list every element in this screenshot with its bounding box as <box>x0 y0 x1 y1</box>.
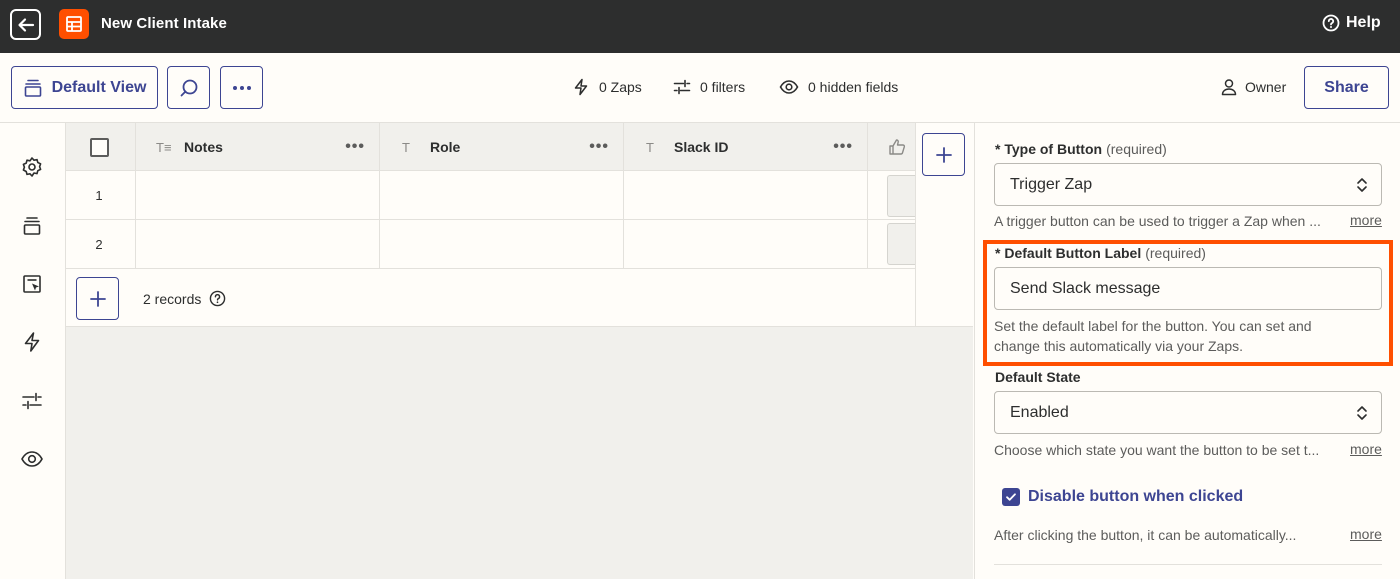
column-header-role[interactable]: T Role ••• <box>380 123 624 171</box>
select-all-checkbox[interactable] <box>90 138 109 157</box>
disable-when-clicked-label[interactable]: Disable button when clicked <box>1028 488 1243 506</box>
row-button-cell[interactable] <box>887 175 915 217</box>
add-column-button[interactable] <box>922 133 965 176</box>
type-of-button-select[interactable]: Trigger Zap <box>994 163 1382 206</box>
required-tag: (required) <box>1106 141 1167 157</box>
more-link[interactable]: more <box>1350 441 1382 457</box>
zaps-count[interactable]: 0 Zaps <box>572 78 642 96</box>
hidden-fields-count[interactable]: 0 hidden fields <box>779 78 898 96</box>
disable-when-clicked-checkbox[interactable] <box>1002 488 1020 506</box>
filter-icon[interactable] <box>18 387 46 415</box>
table-app-icon <box>59 9 89 39</box>
help-label: Help <box>1346 14 1381 31</box>
filter-icon <box>673 79 691 95</box>
divider <box>994 564 1382 565</box>
owner-label: Owner <box>1245 79 1287 95</box>
select-value: Enabled <box>1010 403 1069 421</box>
zap-icon <box>574 78 588 96</box>
owner-indicator[interactable]: Owner <box>1221 78 1286 96</box>
more-horizontal-icon <box>232 85 251 90</box>
row-number: 2 <box>95 237 103 252</box>
column-header-slack-id[interactable]: T Slack ID ••• <box>624 123 868 171</box>
column-menu-icon[interactable]: ••• <box>345 138 365 156</box>
column-header-notes[interactable]: T≡ Notes ••• <box>136 123 380 171</box>
default-view-label: Default View <box>51 78 147 96</box>
help-icon[interactable] <box>209 290 226 307</box>
hidden-fields-label: 0 hidden fields <box>808 79 899 95</box>
column-label: Role <box>430 139 461 155</box>
share-button[interactable]: Share <box>1304 66 1389 109</box>
settings-icon[interactable] <box>18 153 46 181</box>
more-options-button[interactable] <box>220 66 263 109</box>
zaps-label: 0 Zaps <box>599 79 642 95</box>
more-link[interactable]: more <box>1350 212 1382 228</box>
plus-icon <box>89 290 106 307</box>
field-label-text: Type of Button <box>1004 141 1103 157</box>
add-record-button[interactable] <box>76 277 119 320</box>
text-type-icon: T <box>646 139 654 155</box>
column-menu-icon[interactable]: ••• <box>589 138 609 156</box>
default-view-button[interactable]: Default View <box>11 66 158 109</box>
disable-when-clicked-help: After clicking the button, it can be aut… <box>994 527 1297 543</box>
column-header-button[interactable] <box>868 123 915 171</box>
eye-icon <box>779 80 799 94</box>
search-icon <box>180 79 197 96</box>
select-value: Trigger Zap <box>1010 175 1093 193</box>
chevron-up-down-icon <box>1357 405 1367 420</box>
views-icon[interactable] <box>18 212 46 240</box>
column-label: Notes <box>184 139 223 155</box>
app-title: New Client Intake <box>101 15 227 32</box>
type-of-button-help: A trigger button can be used to trigger … <box>994 213 1321 229</box>
search-button[interactable] <box>167 66 210 109</box>
interfaces-icon[interactable] <box>18 270 46 298</box>
text-type-icon: T <box>402 139 410 155</box>
row-number: 1 <box>95 188 103 203</box>
default-state-select[interactable]: Enabled <box>994 391 1382 434</box>
chevron-up-down-icon <box>1357 177 1367 192</box>
thumbs-up-icon <box>889 139 906 155</box>
default-state-label: Default State <box>995 369 1081 385</box>
plus-icon <box>935 146 952 163</box>
more-link[interactable]: more <box>1350 526 1382 542</box>
column-label: Slack ID <box>674 139 729 155</box>
help-button[interactable]: Help <box>1322 14 1381 32</box>
highlight-box <box>983 240 1393 366</box>
checkmark-icon <box>1006 493 1016 501</box>
type-of-button-label: * Type of Button (required) <box>995 141 1167 157</box>
help-icon <box>1322 14 1340 32</box>
views-icon <box>24 79 41 97</box>
table-row[interactable]: 1 <box>66 171 915 220</box>
table-row[interactable]: 2 <box>66 220 915 269</box>
record-count-label: 2 records <box>143 290 202 307</box>
row-button-cell[interactable] <box>887 223 915 265</box>
column-menu-icon[interactable]: ••• <box>833 138 853 156</box>
zap-icon[interactable] <box>18 328 46 356</box>
filters-label: 0 filters <box>700 79 746 95</box>
eye-icon[interactable] <box>18 445 46 473</box>
record-count: 2 records <box>143 290 226 307</box>
arrow-left-icon <box>17 17 34 32</box>
user-icon <box>1221 79 1237 96</box>
default-state-help: Choose which state you want the button t… <box>994 442 1320 458</box>
filters-count[interactable]: 0 filters <box>673 78 745 96</box>
long-text-type-icon: T≡ <box>156 139 172 155</box>
back-button[interactable] <box>10 9 41 40</box>
